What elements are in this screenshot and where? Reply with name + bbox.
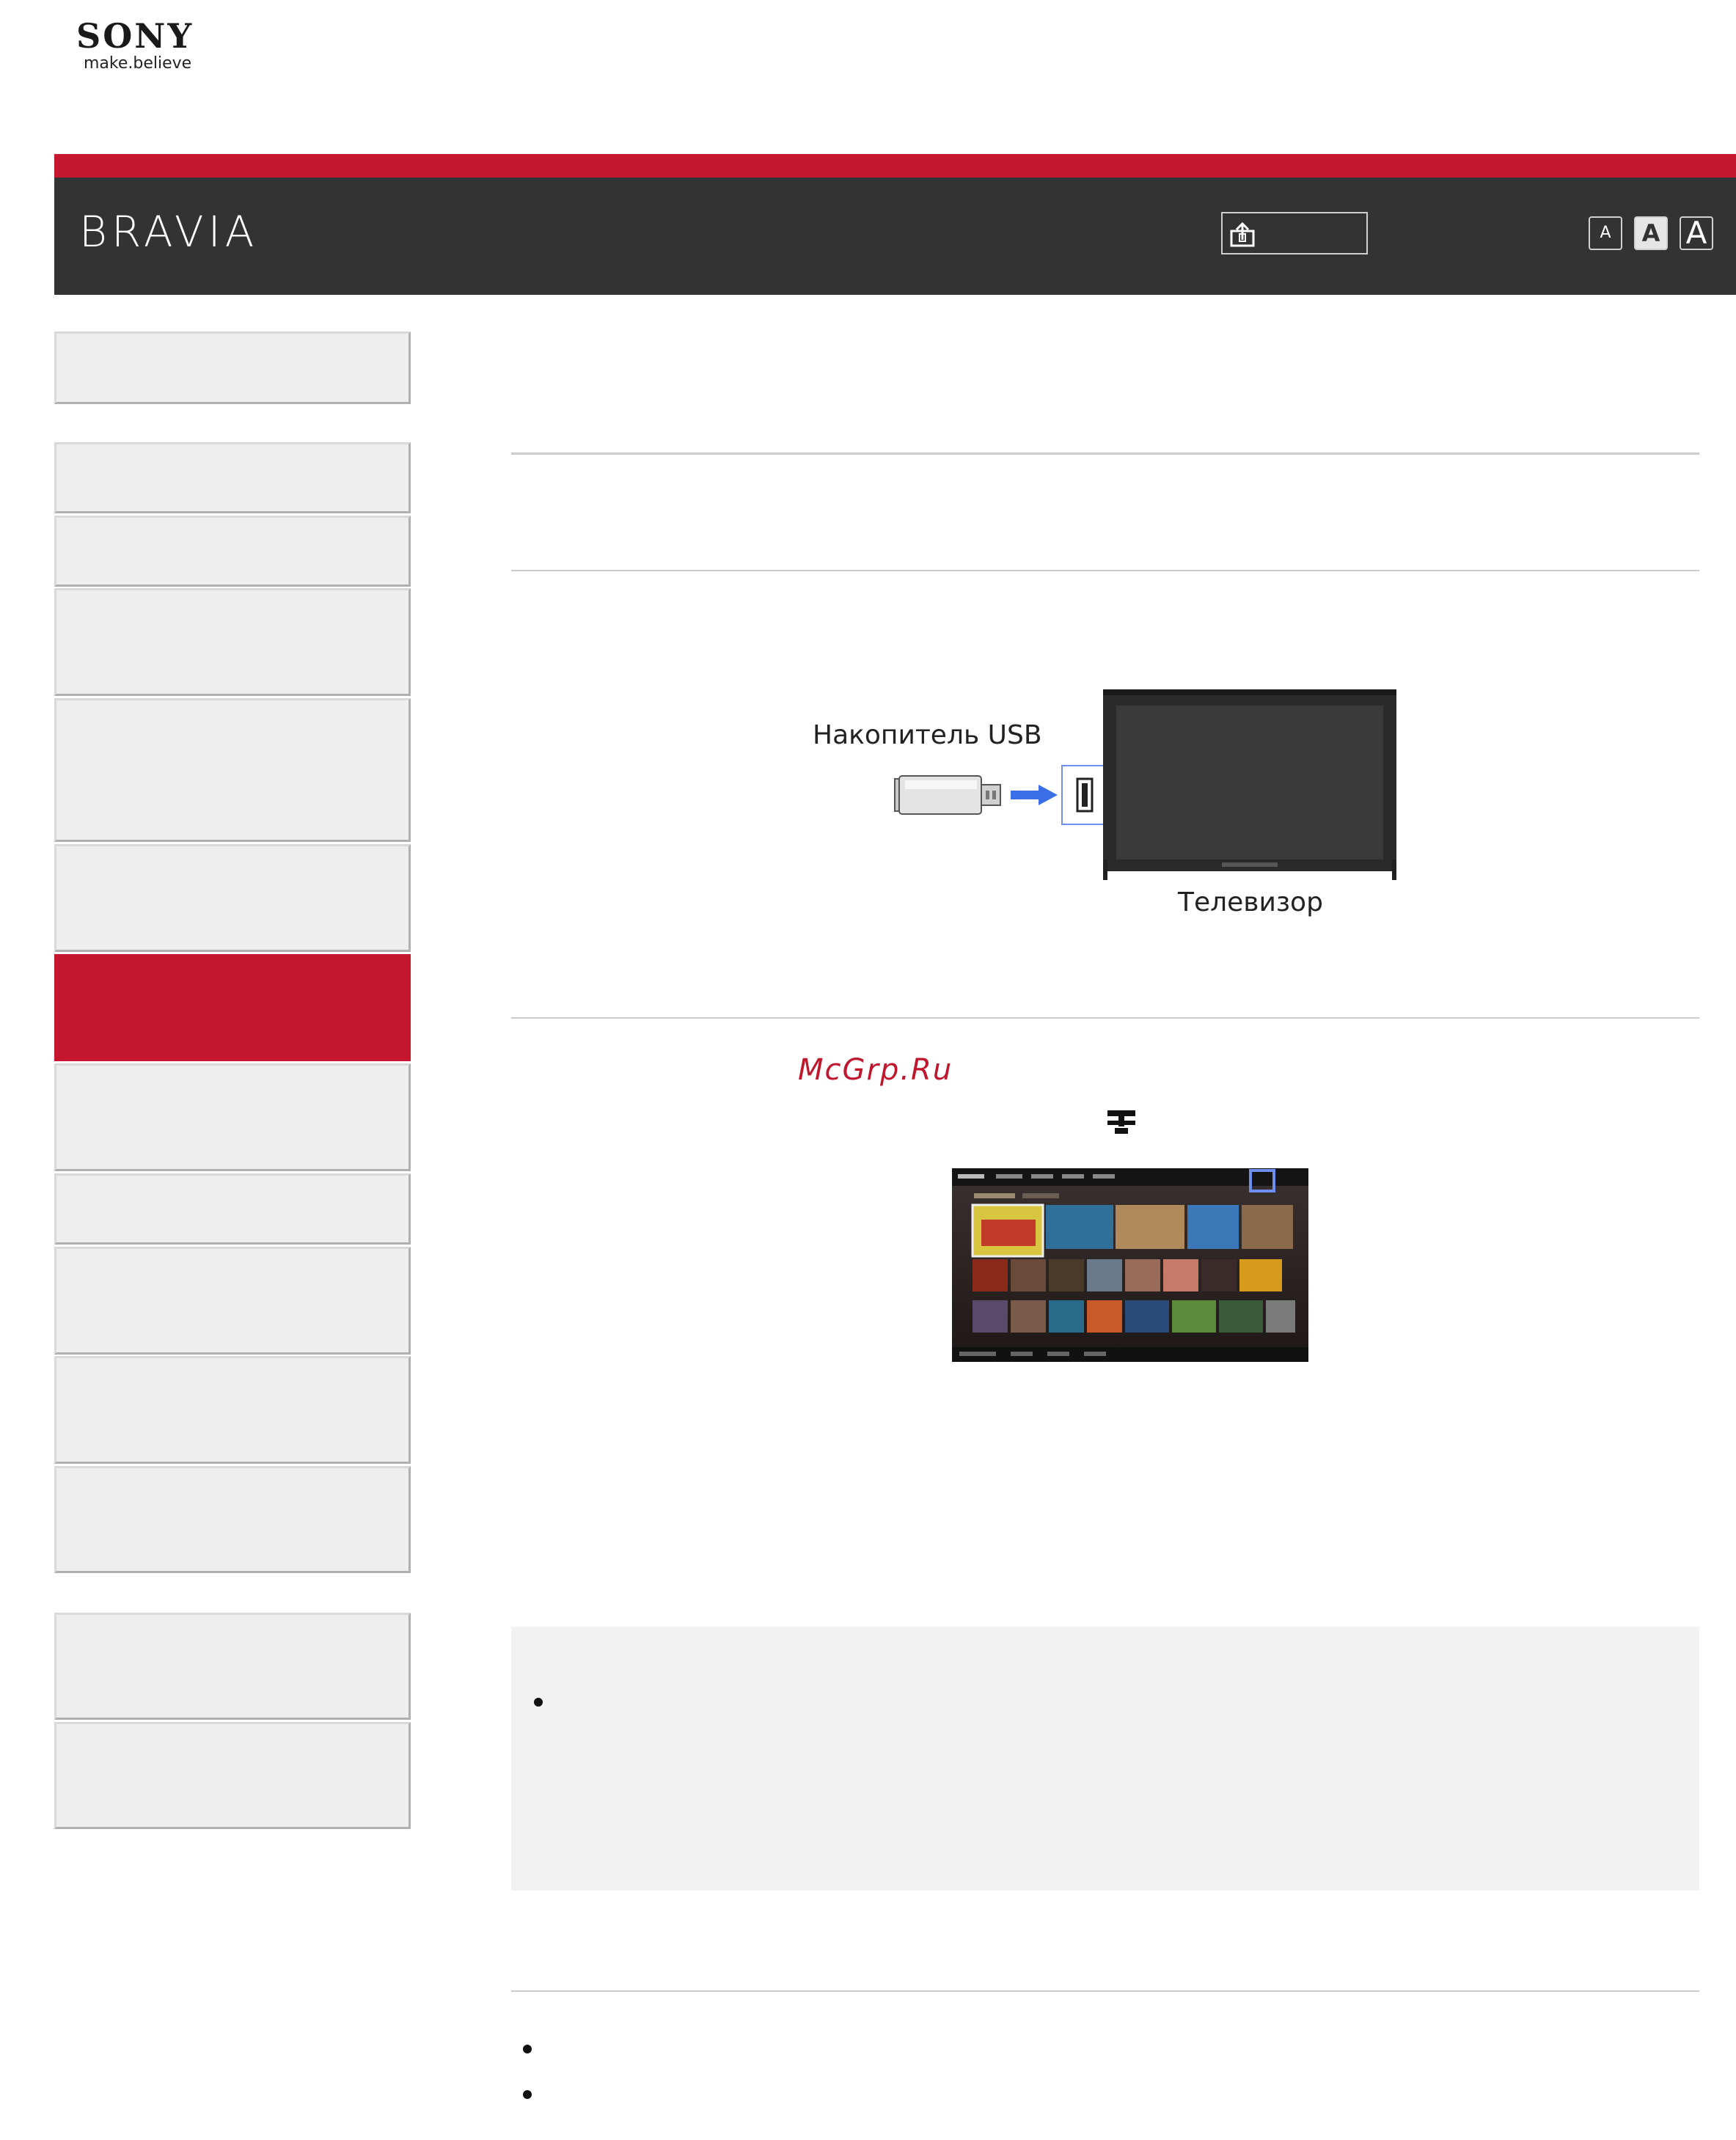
- list-bullet: [523, 2090, 532, 2099]
- sidebar-item-3[interactable]: [54, 588, 411, 696]
- sony-logo: SONY: [76, 16, 194, 56]
- sidebar-item-13[interactable]: [54, 1722, 411, 1829]
- watermark-text: McGrp.Ru: [798, 1053, 953, 1087]
- sidebar-top-button[interactable]: [54, 331, 411, 404]
- sidebar-item-9[interactable]: [54, 1247, 411, 1355]
- sidebar-item-11[interactable]: [54, 1466, 411, 1573]
- header-bar: [54, 177, 1736, 295]
- note-box: [511, 1627, 1699, 1891]
- header-accent-bar: [54, 154, 1736, 177]
- usb-connection-diagram: [894, 689, 1396, 880]
- list-bullet: [534, 1698, 543, 1707]
- sidebar-item-10[interactable]: [54, 1356, 411, 1464]
- sidebar-item-2[interactable]: [54, 516, 411, 587]
- sidebar-item-4[interactable]: [54, 698, 411, 842]
- sony-tagline: make.believe: [84, 54, 192, 73]
- sidebar-item-12[interactable]: [54, 1613, 411, 1720]
- font-size-medium-button[interactable]: A: [1634, 216, 1668, 250]
- sidebar-item-1[interactable]: [54, 442, 411, 513]
- tv-label: Телевизор: [1178, 887, 1323, 917]
- sidebar-item-6-active[interactable]: [54, 954, 411, 1061]
- font-size-large-button[interactable]: A: [1680, 216, 1713, 250]
- share-icon: [1230, 221, 1255, 247]
- tv-home-screen-image: [952, 1168, 1308, 1362]
- product-logo: BRAVIA: [79, 207, 259, 257]
- section-divider: [511, 1017, 1699, 1019]
- section-divider: [511, 570, 1699, 571]
- section-divider: [511, 452, 1699, 455]
- usb-stick-icon: [894, 775, 1001, 815]
- sidebar-item-5[interactable]: [54, 844, 411, 952]
- list-bullet: [523, 2045, 532, 2053]
- sidebar-item-7[interactable]: [54, 1063, 411, 1171]
- share-button[interactable]: [1221, 212, 1368, 254]
- font-size-small-button[interactable]: A: [1589, 216, 1622, 250]
- tv-illustration: [1103, 689, 1396, 880]
- network-icon: [1107, 1110, 1135, 1134]
- sidebar-item-8[interactable]: [54, 1173, 411, 1245]
- section-divider: [511, 1990, 1699, 1992]
